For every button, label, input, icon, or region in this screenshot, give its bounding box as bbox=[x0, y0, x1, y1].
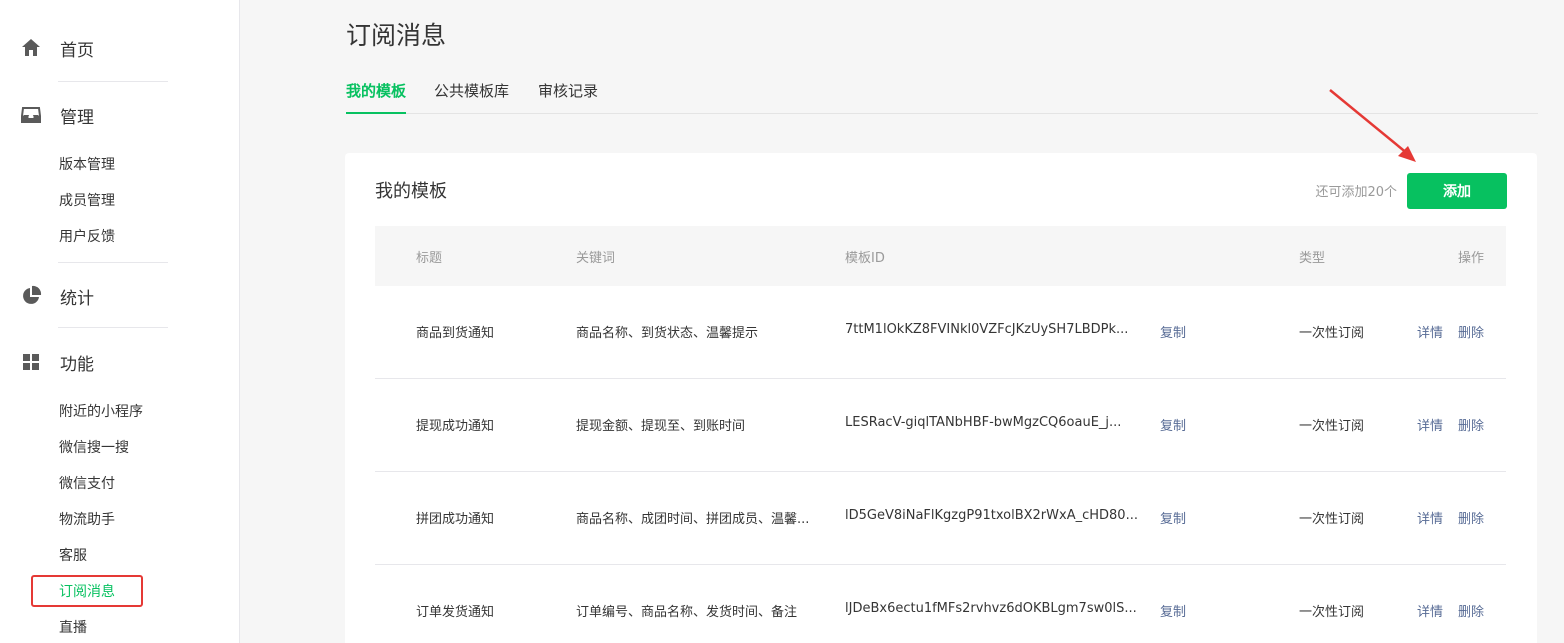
copy-link[interactable]: 复制 bbox=[1160, 322, 1186, 341]
page-title: 订阅消息 bbox=[346, 21, 447, 50]
header-title: 标题 bbox=[416, 251, 443, 266]
table-row: 拼团成功通知 商品名称、成团时间、拼团成员、温馨... lD5GeV8iNaFl… bbox=[375, 472, 1506, 565]
row-type: 一次性订阅 bbox=[1299, 326, 1365, 341]
row-template-id: LESRacV-giqlTANbHBF-bwMgzCQ6oauE_j... bbox=[845, 415, 1122, 430]
row-type: 一次性订阅 bbox=[1299, 605, 1365, 620]
copy-link[interactable]: 复制 bbox=[1160, 508, 1186, 527]
divider bbox=[58, 81, 168, 82]
nav-features[interactable]: 功能 bbox=[20, 346, 94, 378]
row-template-id: lJDeBx6ectu1fMFs2rvhvz6dOKBLgm7sw0lS... bbox=[845, 601, 1137, 616]
row-keywords: 商品名称、成团时间、拼团成员、温馨... bbox=[576, 512, 810, 527]
table-row: 商品到货通知 商品名称、到货状态、温馨提示 7ttM1lOkKZ8FVINkl0… bbox=[375, 286, 1506, 379]
delete-link[interactable]: 删除 bbox=[1458, 601, 1484, 620]
nav-features-label: 功能 bbox=[60, 354, 94, 375]
remaining-count: 还可添加20个 bbox=[1315, 185, 1397, 200]
sidebar-item-pay[interactable]: 微信支付 bbox=[59, 474, 115, 494]
row-title: 商品到货通知 bbox=[416, 326, 495, 341]
header-keywords: 关键词 bbox=[576, 251, 616, 266]
sidebar-item-live[interactable]: 直播 bbox=[59, 618, 87, 638]
nav-manage[interactable]: 管理 bbox=[20, 99, 94, 131]
highlight-box bbox=[31, 575, 143, 607]
table-row: 订单发货通知 订单编号、商品名称、发货时间、备注 lJDeBx6ectu1fMF… bbox=[375, 565, 1506, 643]
nav-manage-label: 管理 bbox=[60, 107, 94, 128]
row-keywords: 商品名称、到货状态、温馨提示 bbox=[576, 326, 759, 341]
card-title: 我的模板 bbox=[375, 181, 447, 202]
divider bbox=[58, 327, 168, 328]
nav-home-label: 首页 bbox=[60, 40, 94, 61]
row-type: 一次性订阅 bbox=[1299, 419, 1365, 434]
table-header: 标题 关键词 模板ID 类型 操作 bbox=[375, 226, 1506, 286]
sidebar-item-members[interactable]: 成员管理 bbox=[59, 191, 115, 211]
table-row: 提现成功通知 提现金额、提现至、到账时间 LESRacV-giqlTANbHBF… bbox=[375, 379, 1506, 472]
templates-card: 我的模板 还可添加20个 添加 标题 关键词 模板ID 类型 操作 商品到货通知… bbox=[345, 153, 1537, 643]
sidebar-item-version[interactable]: 版本管理 bbox=[59, 155, 115, 175]
copy-link[interactable]: 复制 bbox=[1160, 415, 1186, 434]
row-keywords: 订单编号、商品名称、发货时间、备注 bbox=[576, 605, 798, 620]
sidebar-item-search[interactable]: 微信搜一搜 bbox=[59, 438, 129, 458]
detail-link[interactable]: 详情 bbox=[1417, 601, 1443, 620]
row-keywords: 提现金额、提现至、到账时间 bbox=[576, 419, 746, 434]
sidebar: 首页 管理 版本管理 成员管理 用户反馈 统计 功能 附近的小程序 微信搜一搜 … bbox=[0, 0, 240, 643]
delete-link[interactable]: 删除 bbox=[1458, 415, 1484, 434]
row-title: 提现成功通知 bbox=[416, 419, 495, 434]
row-type: 一次性订阅 bbox=[1299, 512, 1365, 527]
pie-chart-icon bbox=[20, 285, 42, 307]
header-actions: 操作 bbox=[1458, 251, 1485, 266]
detail-link[interactable]: 详情 bbox=[1417, 322, 1443, 341]
nav-home[interactable]: 首页 bbox=[20, 32, 94, 64]
sidebar-item-nearby[interactable]: 附近的小程序 bbox=[59, 402, 143, 422]
sidebar-item-service[interactable]: 客服 bbox=[59, 546, 87, 566]
detail-link[interactable]: 详情 bbox=[1417, 508, 1443, 527]
add-button[interactable]: 添加 bbox=[1407, 173, 1507, 209]
nav-stats[interactable]: 统计 bbox=[20, 280, 94, 312]
tab-public-library[interactable]: 公共模板库 bbox=[434, 80, 509, 114]
detail-link[interactable]: 详情 bbox=[1417, 415, 1443, 434]
grid-icon bbox=[20, 351, 42, 373]
copy-link[interactable]: 复制 bbox=[1160, 601, 1186, 620]
annotation-arrow-icon bbox=[1329, 89, 1416, 162]
header-type: 类型 bbox=[1299, 251, 1326, 266]
tab-review-records[interactable]: 审核记录 bbox=[538, 80, 598, 114]
sidebar-item-feedback[interactable]: 用户反馈 bbox=[59, 227, 115, 247]
home-icon bbox=[20, 37, 42, 59]
divider bbox=[58, 262, 168, 263]
row-title: 订单发货通知 bbox=[416, 605, 495, 620]
row-template-id: lD5GeV8iNaFlKgzgP91txolBX2rWxA_cHD80... bbox=[845, 508, 1138, 523]
row-title: 拼团成功通知 bbox=[416, 512, 495, 527]
row-template-id: 7ttM1lOkKZ8FVINkl0VZFcJKzUySH7LBDPk... bbox=[845, 322, 1129, 337]
delete-link[interactable]: 删除 bbox=[1458, 322, 1484, 341]
inbox-icon bbox=[20, 104, 42, 126]
sidebar-item-logistics[interactable]: 物流助手 bbox=[59, 510, 115, 530]
tab-my-templates[interactable]: 我的模板 bbox=[346, 80, 407, 114]
header-template-id: 模板ID bbox=[845, 251, 885, 266]
delete-link[interactable]: 删除 bbox=[1458, 508, 1484, 527]
nav-stats-label: 统计 bbox=[60, 288, 94, 309]
